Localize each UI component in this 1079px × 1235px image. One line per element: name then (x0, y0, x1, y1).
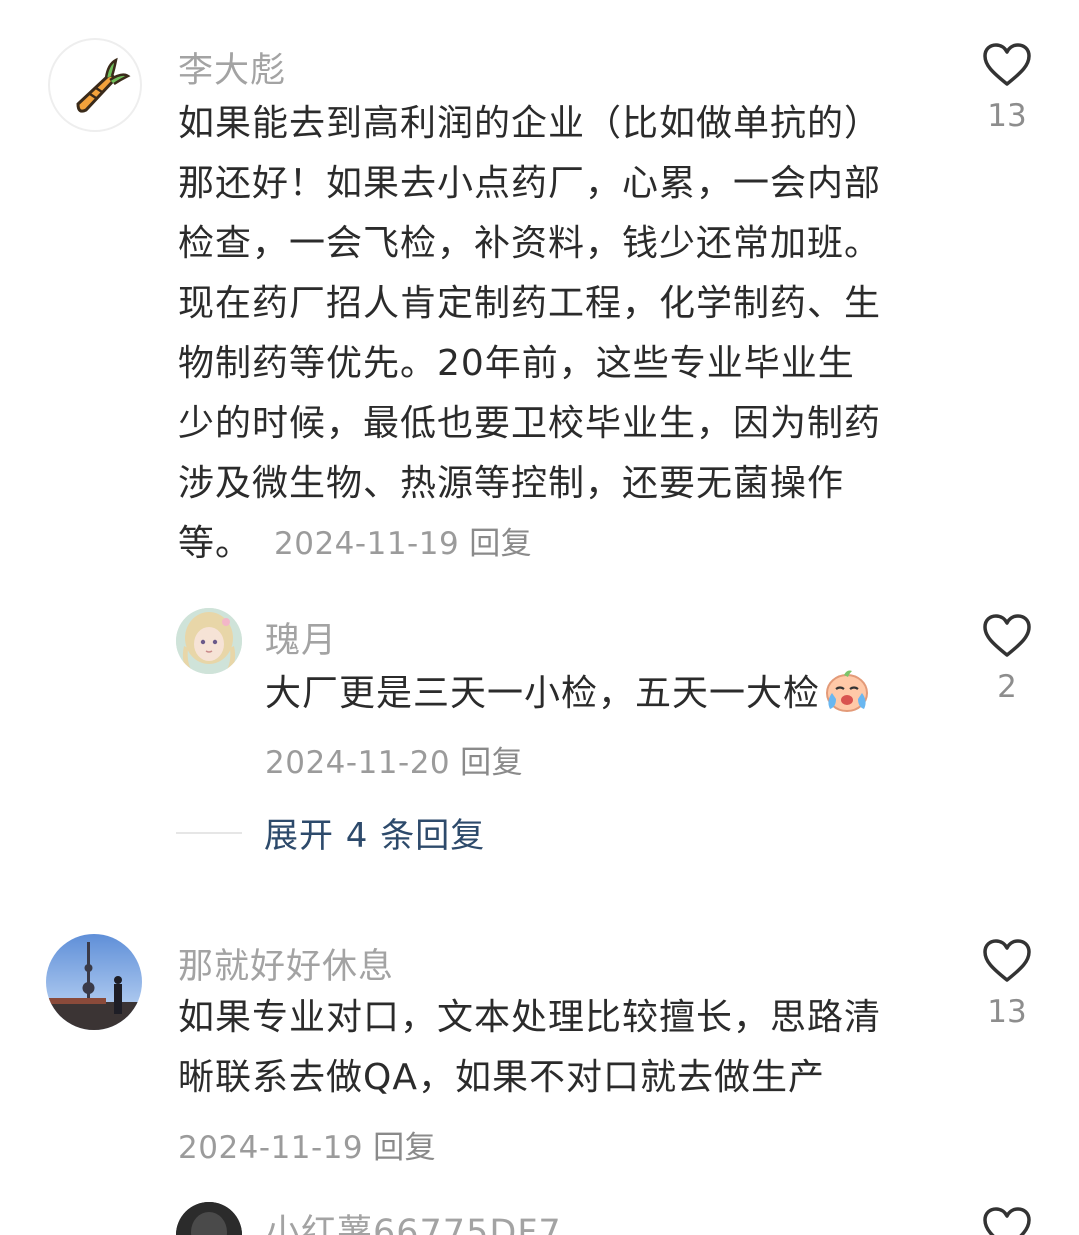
like-area: 2 (977, 613, 1037, 705)
comment-date: 2024-11-19 (178, 1130, 364, 1166)
reply-button[interactable]: 回复 (469, 526, 532, 562)
comment-text-line: 那还好！如果去小点药厂，心累，一会内部 (178, 163, 882, 204)
carrot-icon (76, 57, 131, 113)
comment-text-line: 检查，一会飞检，补资料，钱少还常加班。 (178, 223, 882, 264)
comment-text-tail: 等。 (178, 523, 253, 564)
divider (176, 831, 242, 834)
heart-icon[interactable] (982, 42, 1032, 88)
comment-item: 那就好好休息 如果专业对口，文本处理比较擅长，思路清 晰联系去做QA，如果不对口… (0, 920, 1079, 1180)
username[interactable]: 小红薯66775DF7 (265, 1204, 562, 1235)
username[interactable]: 瑰月 (265, 612, 337, 663)
comment-meta: 2024-11-19 回复 (178, 1122, 436, 1167)
comment-text-line: 如果专业对口，文本处理比较擅长，思路清 (178, 997, 882, 1038)
comment-text-line: 如果能去到高利润的企业（比如做单抗的） (178, 103, 882, 144)
comment-text-line: 现在药厂招人肯定制药工程，化学制药、生 (178, 283, 882, 324)
like-area: 13 (977, 42, 1037, 134)
like-area (977, 1206, 1037, 1235)
anime-girl-avatar (176, 608, 242, 674)
avatar[interactable] (46, 934, 142, 1030)
reply-date: 2024-11-20 (265, 745, 451, 781)
like-count: 13 (987, 994, 1027, 1030)
like-area: 13 (977, 938, 1037, 1030)
like-count: 13 (987, 98, 1027, 134)
comment-text: 如果能去到高利润的企业（比如做单抗的） 那还好！如果去小点药厂，心累，一会内部 … (178, 94, 938, 574)
crying-emoji-icon (822, 667, 872, 732)
heart-icon[interactable] (982, 613, 1032, 659)
comment-item: 小红薯66775DF7 (0, 1196, 1079, 1235)
comment-text-line: 少的时候，最低也要卫校毕业生，因为制药 (178, 403, 882, 444)
like-count: 2 (997, 669, 1017, 705)
comment-text-line: 晰联系去做QA，如果不对口就去做生产 (178, 1057, 825, 1098)
reply-item: 瑰月 大厂更是三天一小检，五天一大检 2024-11-20 回复 2 (0, 600, 1079, 800)
comment-text-line: 涉及微生物、热源等控制，还要无菌操作 (178, 463, 845, 504)
dark-photo-avatar (176, 1202, 242, 1235)
reply-text-content: 大厂更是三天一小检，五天一大检 (265, 673, 821, 714)
heart-icon[interactable] (982, 938, 1032, 984)
reply-button[interactable]: 回复 (460, 745, 523, 781)
reply-text: 大厂更是三天一小检，五天一大检 (265, 664, 945, 732)
username[interactable]: 李大彪 (178, 42, 286, 93)
tower-photo-avatar (46, 934, 142, 1030)
comment-text: 如果专业对口，文本处理比较擅长，思路清 晰联系去做QA，如果不对口就去做生产 (178, 988, 938, 1108)
comment-date: 2024-11-19 (274, 526, 460, 562)
heart-icon[interactable] (982, 1206, 1032, 1235)
expand-replies-button[interactable]: 展开 4 条回复 (264, 808, 485, 857)
comment-text-line: 物制药等优先。20年前，这些专业毕业生 (178, 343, 855, 384)
username[interactable]: 那就好好休息 (178, 938, 394, 989)
comment-meta: 2024-11-19 回复 (274, 514, 532, 574)
reply-meta: 2024-11-20 回复 (265, 737, 523, 782)
reply-button[interactable]: 回复 (373, 1130, 436, 1166)
avatar[interactable] (48, 38, 142, 132)
comment-text-line-last: 等。 2024-11-19 回复 (178, 514, 938, 574)
avatar[interactable] (176, 608, 242, 674)
expand-replies-row[interactable]: 展开 4 条回复 (176, 808, 485, 857)
avatar[interactable] (176, 1202, 242, 1235)
